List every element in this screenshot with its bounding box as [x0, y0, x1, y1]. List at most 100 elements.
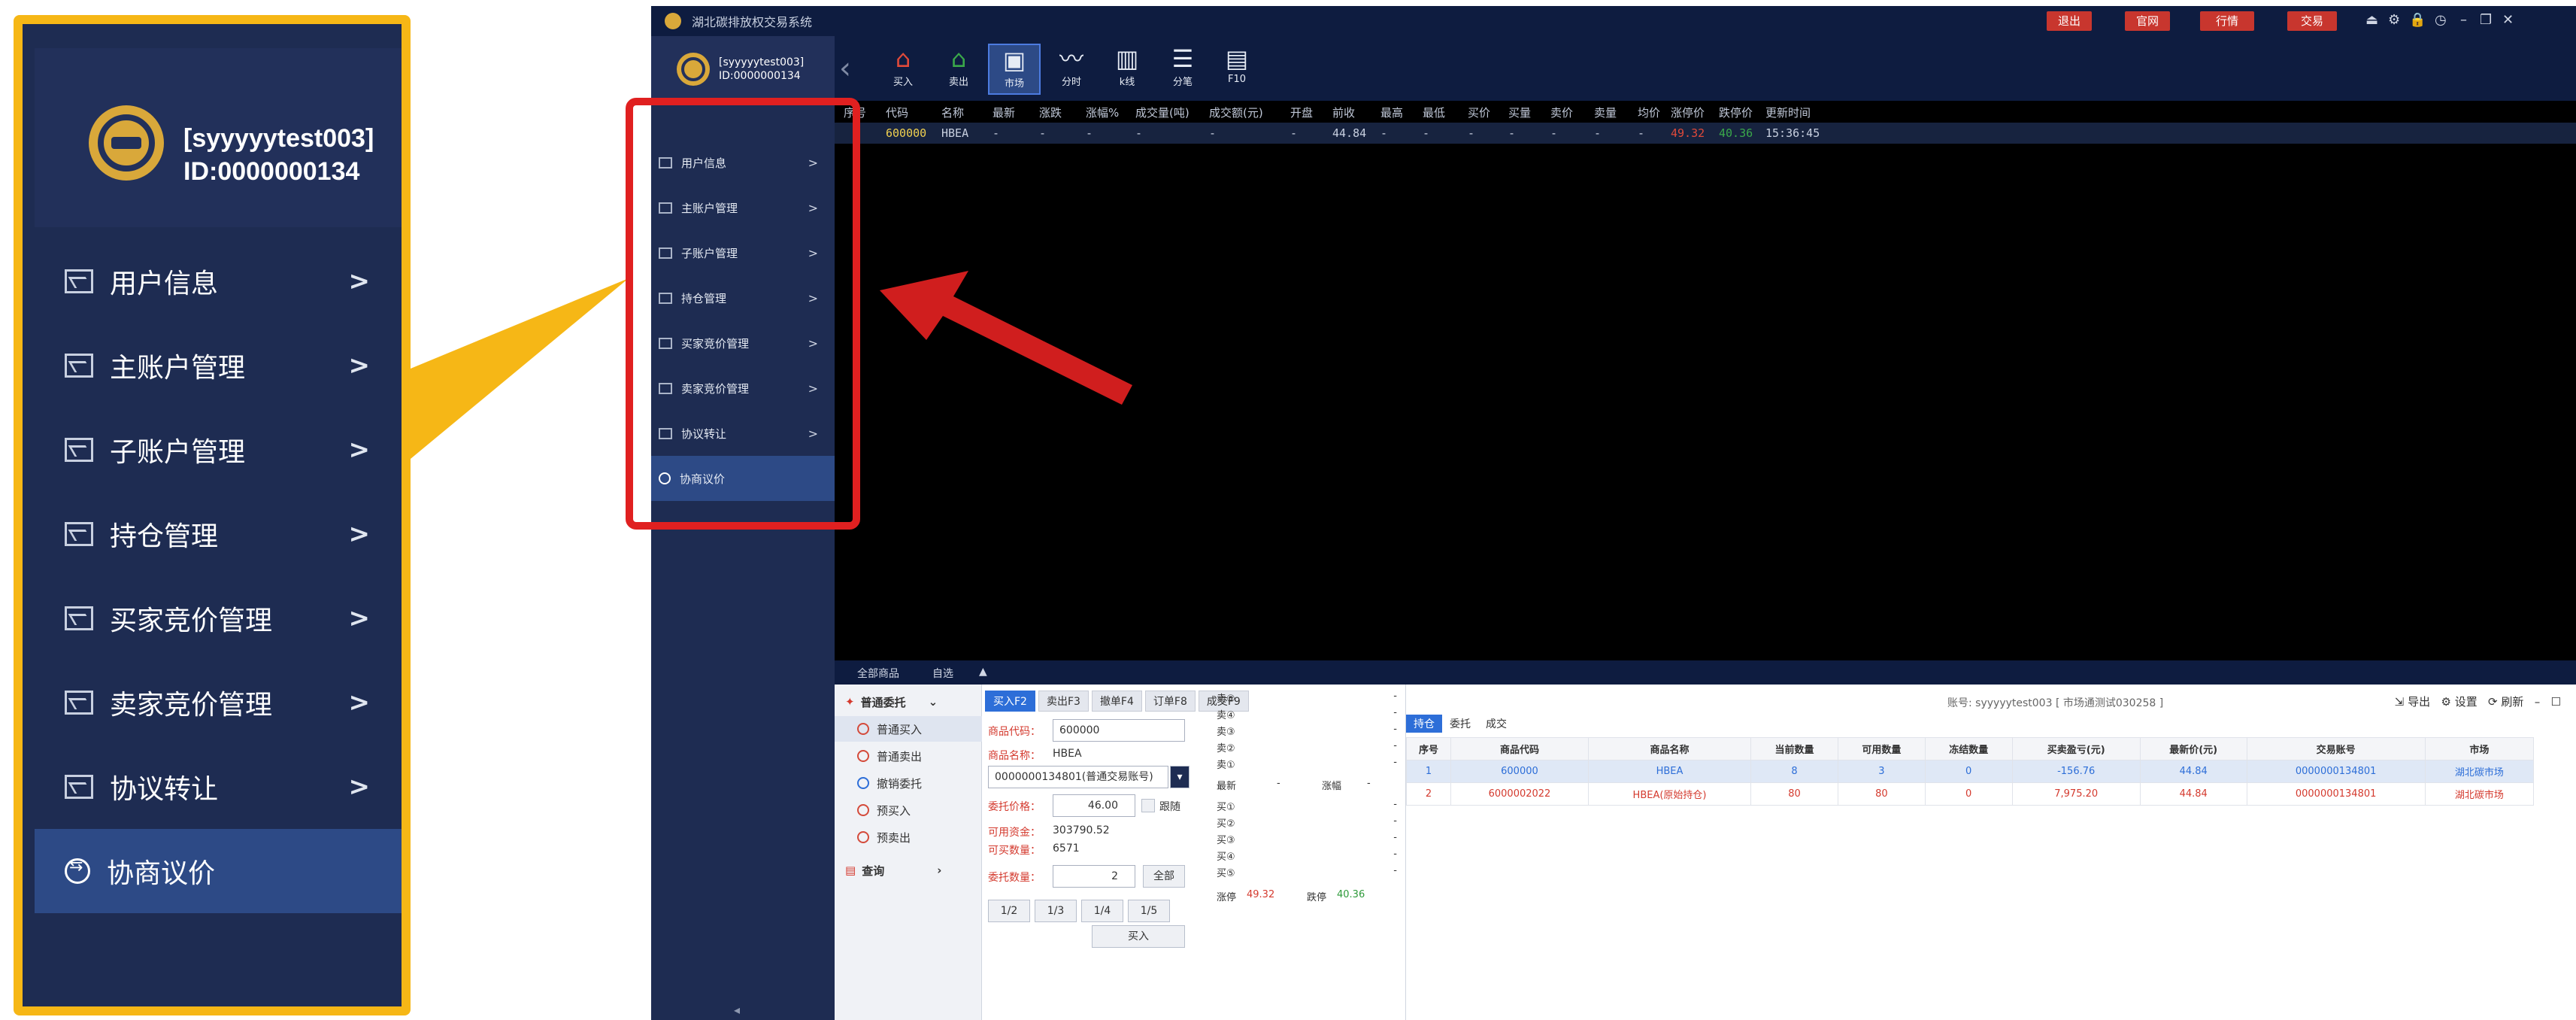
- price-input[interactable]: 46.00: [1053, 794, 1135, 817]
- quote-column-header[interactable]: 前收: [1332, 105, 1355, 120]
- quote-column-header[interactable]: 均价: [1638, 105, 1660, 120]
- clock-icon[interactable]: ◷: [2435, 12, 2447, 28]
- export-icon[interactable]: ⇲: [2395, 695, 2405, 709]
- follow-checkbox[interactable]: [1141, 799, 1155, 812]
- order-menu-normal-buy[interactable]: 普通买入: [835, 716, 982, 742]
- quote-column-header[interactable]: 涨幅%: [1086, 105, 1119, 120]
- quote-column-header[interactable]: 涨停价: [1671, 105, 1705, 120]
- minimize-icon[interactable]: –: [2535, 695, 2541, 709]
- order-menu-pre-sell[interactable]: 预卖出: [835, 824, 982, 850]
- chevron-down-icon[interactable]: ▾: [1170, 766, 1190, 788]
- quote-column-header[interactable]: 买量: [1508, 105, 1531, 120]
- quote-column-header[interactable]: 代码: [886, 105, 908, 120]
- quote-column-header[interactable]: 卖价: [1550, 105, 1573, 120]
- zoomed-item-seller-bidding[interactable]: 卖家竞价管理 >: [35, 660, 402, 745]
- tab-trades[interactable]: 成交: [1478, 715, 1514, 733]
- holdings-column-header[interactable]: 商品代码: [1450, 737, 1589, 760]
- table-row[interactable]: 1 600000 HBEA 8 3 0 -156.76 44.84 0000000134801 湖…: [1405, 760, 2535, 783]
- holdings-column-header[interactable]: 冻结数量: [1924, 737, 2013, 760]
- zoomed-item-label: 买家竞价管理: [110, 606, 273, 636]
- website-button[interactable]: 官网: [2125, 11, 2170, 31]
- buy-submit-button[interactable]: 买入: [1092, 925, 1185, 948]
- market-button[interactable]: 行情: [2200, 11, 2254, 31]
- toolbar-ticks-button[interactable]: ☰ 分笔: [1156, 44, 1209, 95]
- tab-cancel-f4[interactable]: 撤单F4: [1091, 691, 1142, 712]
- fraction-fifth-button[interactable]: 1/5: [1128, 900, 1170, 922]
- minimize-icon[interactable]: –: [2460, 12, 2467, 28]
- quote-column-header[interactable]: 买价: [1468, 105, 1490, 120]
- tab-orders[interactable]: 委托: [1442, 715, 1478, 733]
- refresh-button[interactable]: 刷新: [2501, 695, 2523, 709]
- holdings-column-header[interactable]: 商品名称: [1587, 737, 1752, 760]
- order-menu-normal-sell[interactable]: 普通卖出: [835, 743, 982, 769]
- zoomed-item-positions[interactable]: 持仓管理 >: [35, 492, 402, 576]
- gear-icon[interactable]: ⚙: [2441, 695, 2450, 709]
- zoomed-item-negotiation[interactable]: 协商议价: [35, 829, 402, 913]
- quote-column-header[interactable]: 涨跌: [1039, 105, 1062, 120]
- gear-icon[interactable]: ⚙: [2388, 12, 2400, 28]
- toolbar-sell-button[interactable]: ⌂ 卖出: [932, 44, 985, 95]
- zoomed-item-agreement-transfer[interactable]: 协议转让 >: [35, 745, 402, 829]
- quote-column-header[interactable]: 更新时间: [1765, 105, 1811, 120]
- tab-buy-f2[interactable]: 买入F2: [985, 691, 1035, 712]
- tab-all-products[interactable]: 全部商品: [857, 666, 899, 681]
- zoomed-item-main-account[interactable]: 主账户管理 >: [35, 323, 402, 408]
- toolbar-intraday-button[interactable]: 〰分时: [1045, 44, 1098, 95]
- quote-table-row[interactable]: 600000 HBEA - - - - - -44.84- - - - - - -49.32 40.36 15…: [835, 123, 2576, 144]
- maximize-icon[interactable]: ☐: [2551, 695, 2561, 709]
- chevron-right-icon: >: [348, 772, 371, 802]
- table-row[interactable]: 2 6000002022 HBEA(原始持仓) 80 80 0 7,975.20 44.84 0…: [1405, 782, 2535, 806]
- quote-column-header[interactable]: 成交量(吨): [1135, 105, 1190, 120]
- lock-icon[interactable]: 🔒: [2409, 12, 2426, 28]
- all-button[interactable]: 全部: [1143, 865, 1185, 888]
- holdings-column-header[interactable]: 买卖盈亏(元): [2011, 737, 2141, 760]
- toolbar-kline-button[interactable]: ▥ k线: [1101, 44, 1153, 95]
- tab-sell-f3[interactable]: 卖出F3: [1038, 691, 1089, 712]
- zoomed-item-buyer-bidding[interactable]: 买家竞价管理 >: [35, 576, 402, 660]
- logout-button[interactable]: 退出: [2047, 11, 2092, 31]
- close-icon[interactable]: ✕: [2502, 12, 2514, 28]
- tab-watchlist[interactable]: 自选: [932, 666, 953, 681]
- zoomed-item-sub-account[interactable]: 子账户管理 >: [35, 408, 402, 492]
- quote-column-header[interactable]: 成交额(元): [1209, 105, 1263, 120]
- holdings-column-header[interactable]: 市场: [2424, 737, 2535, 760]
- quote-column-header[interactable]: 名称: [941, 105, 964, 120]
- holdings-column-header[interactable]: 序号: [1405, 737, 1452, 760]
- eject-icon[interactable]: ⏏: [2365, 12, 2378, 28]
- account-select[interactable]: 0000000134801(普通交易账号): [988, 766, 1168, 788]
- toolbar-buy-button[interactable]: ⌂ 买入: [877, 44, 929, 95]
- order-menu-query[interactable]: ▤ 查询 ›: [835, 858, 982, 883]
- tab-holdings[interactable]: 持仓: [1406, 715, 1442, 733]
- quote-column-header[interactable]: 卖量: [1594, 105, 1617, 120]
- holdings-column-header[interactable]: 当前数量: [1750, 737, 1838, 760]
- collapse-arrow-icon[interactable]: ◂: [734, 1003, 740, 1017]
- export-button[interactable]: 导出: [2408, 695, 2430, 709]
- collapse-up-icon[interactable]: ▲: [979, 666, 987, 678]
- toolbar-f10-button[interactable]: ▤ F10: [1211, 44, 1263, 95]
- order-menu-title[interactable]: ✦ 普通委托 ⌄: [835, 689, 982, 715]
- zoomed-item-user-info[interactable]: 用户信息 >: [35, 239, 402, 323]
- fraction-quarter-button[interactable]: 1/4: [1081, 900, 1123, 922]
- quote-column-header[interactable]: 最低: [1423, 105, 1445, 120]
- settings-button[interactable]: 设置: [2455, 695, 2478, 709]
- quote-column-header[interactable]: 最新: [993, 105, 1015, 120]
- fraction-third-button[interactable]: 1/3: [1035, 900, 1077, 922]
- holdings-column-header[interactable]: 交易账号: [2246, 737, 2426, 760]
- quote-column-header[interactable]: 开盘: [1290, 105, 1313, 120]
- order-menu-label: 普通卖出: [877, 749, 923, 763]
- quote-column-header[interactable]: 最高: [1380, 105, 1403, 120]
- order-menu-pre-buy[interactable]: 预买入: [835, 797, 982, 823]
- tab-orders-f8[interactable]: 订单F8: [1144, 691, 1196, 712]
- trade-button[interactable]: 交易: [2287, 11, 2337, 31]
- order-menu-cancel[interactable]: 撤销委托: [835, 770, 982, 796]
- holdings-column-header[interactable]: 最新价(元): [2139, 737, 2247, 760]
- fraction-half-button[interactable]: 1/2: [988, 900, 1030, 922]
- holdings-column-header[interactable]: 可用数量: [1837, 737, 1926, 760]
- quote-column-header[interactable]: 跌停价: [1719, 105, 1753, 120]
- qty-input[interactable]: 2: [1053, 865, 1135, 888]
- toolbar-market-button[interactable]: ▣ 市场: [988, 44, 1041, 95]
- restore-icon[interactable]: ❐: [2480, 12, 2492, 28]
- back-arrow-icon[interactable]: ‹: [839, 51, 851, 86]
- code-input[interactable]: 600000: [1053, 719, 1185, 742]
- refresh-icon[interactable]: ⟳: [2488, 695, 2498, 709]
